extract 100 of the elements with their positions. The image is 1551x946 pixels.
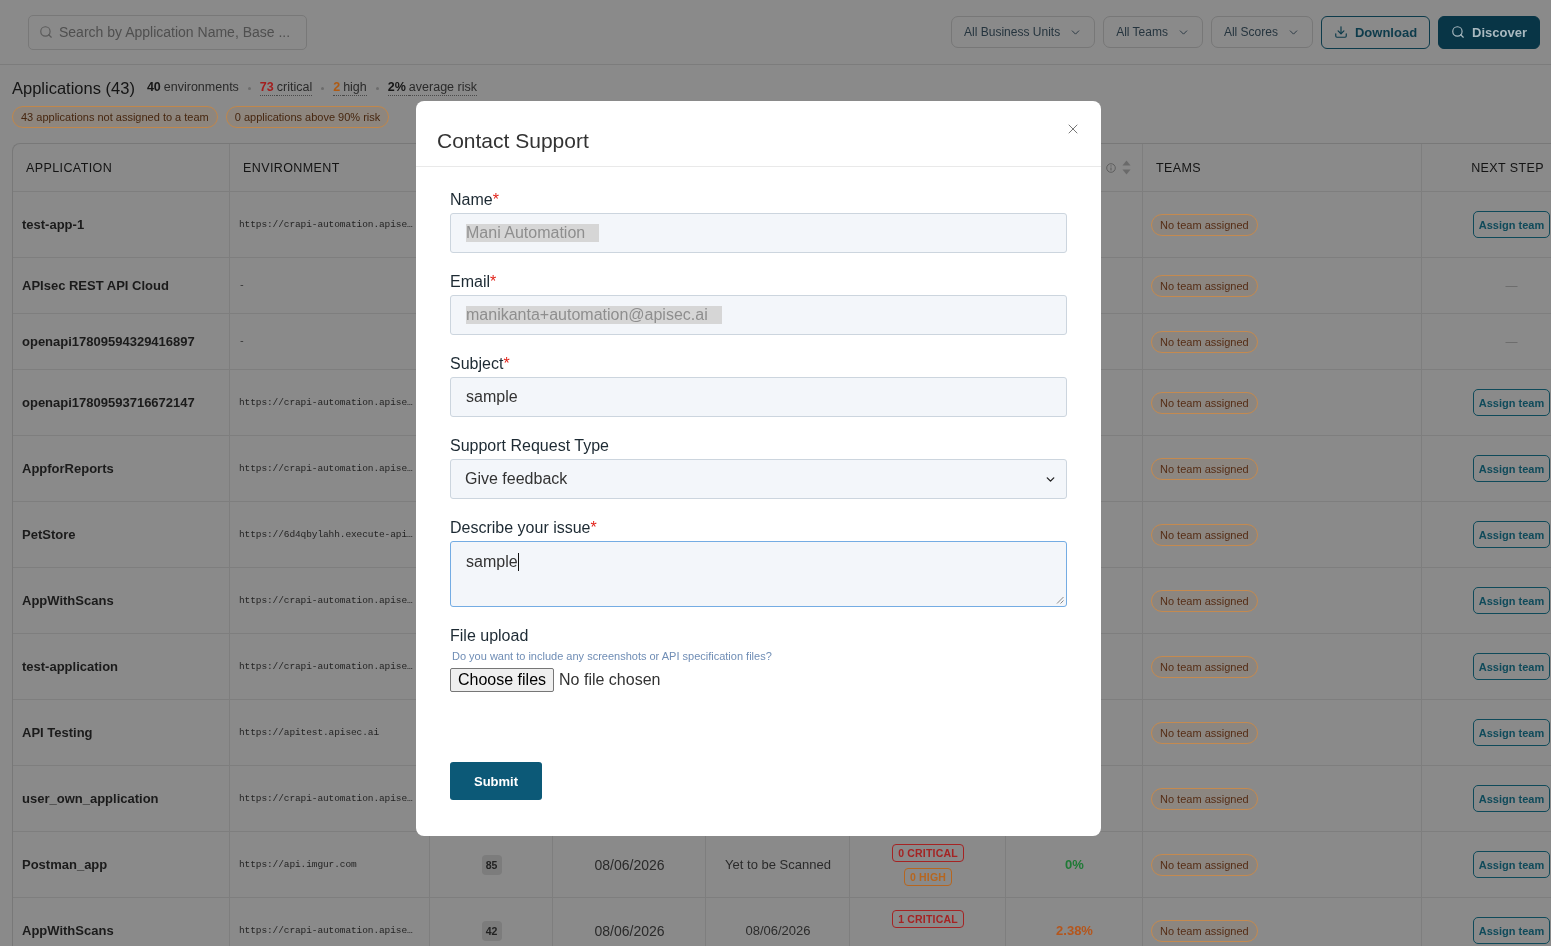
team-status-badge: No team assigned — [1151, 330, 1258, 353]
filter-dropdown[interactable]: All Scores — [1210, 16, 1313, 48]
application-name[interactable]: AppforReports — [22, 461, 114, 476]
field-label: File upload — [450, 626, 530, 645]
assign-team-button[interactable]: Assign team — [1473, 389, 1550, 416]
info-icon — [1106, 162, 1116, 173]
application-name[interactable]: APIsec REST API Cloud — [22, 278, 169, 293]
environment-text: https://crapi-automation.apise… — [239, 793, 413, 804]
stat-caption: high — [343, 80, 367, 96]
page-title: Applications (43) — [12, 78, 135, 98]
assign-team-button[interactable]: Assign team — [1473, 455, 1550, 482]
application-name[interactable]: test-application — [22, 659, 119, 674]
application-name[interactable]: PetStore — [22, 527, 76, 542]
field-label: Email* — [450, 272, 498, 291]
input-field: manikanta+automation@apisec.ai — [450, 295, 1067, 335]
scan-status-text: Yet to be Scanned — [725, 857, 831, 872]
download-button[interactable]: Download — [1320, 15, 1431, 49]
assign-team-button[interactable]: Assign team — [1473, 521, 1550, 548]
assign-team-button[interactable]: Assign team — [1473, 917, 1550, 944]
team-status-badge: No team assigned — [1151, 655, 1258, 678]
severity-badge: 0 CRITICAL — [892, 844, 964, 862]
alert-badge: 43 applications not assigned to a team — [12, 106, 218, 128]
input-field: Mani Automation — [450, 213, 1067, 253]
application-name[interactable]: openapi17809593716672147 — [22, 395, 195, 410]
environment-text: https://crapi-automation.apise… — [239, 595, 413, 606]
search-icon — [39, 25, 53, 39]
assign-team-button[interactable]: Assign team — [1473, 211, 1550, 238]
score-badge: 42 — [481, 920, 502, 941]
environment-text: https://6d4qbylahh.execute-api… — [239, 529, 413, 540]
request-type-select[interactable]: Give feedback — [450, 459, 1067, 499]
stat-caption: average risk — [408, 80, 477, 96]
search-icon — [1451, 25, 1466, 39]
application-name[interactable]: AppWithScans — [22, 593, 114, 608]
assign-team-button[interactable]: Assign team — [1473, 719, 1550, 746]
environment-text: - — [239, 280, 245, 291]
input-field[interactable]: sample — [450, 377, 1067, 417]
scan-status-text: 08/06/2026 — [745, 923, 811, 938]
application-name[interactable]: test-app-1 — [22, 217, 85, 232]
assign-team-button[interactable]: Assign team — [1473, 851, 1550, 878]
text-cursor-icon — [517, 553, 519, 571]
stat-count: 40 — [146, 80, 162, 96]
score-badge: 85 — [481, 854, 502, 875]
team-status-badge: No team assigned — [1151, 721, 1258, 744]
filter-dropdown[interactable]: All Teams — [1103, 16, 1203, 48]
date-text: 08/06/2026 — [594, 856, 665, 873]
column-header: ENVIRONMENT — [243, 160, 340, 175]
team-status-badge: No team assigned — [1151, 523, 1258, 546]
assign-team-button[interactable]: Assign team — [1473, 653, 1550, 680]
stat-caption: critical — [276, 80, 313, 96]
field-label: Subject* — [450, 354, 511, 373]
empty-value: — — [1504, 334, 1519, 349]
environment-text: https://crapi-automation.apise… — [239, 925, 413, 936]
alert-badge: 0 applications above 90% risk — [225, 106, 390, 128]
risk-percentage: 0% — [1065, 857, 1084, 872]
column-header: TEAMS — [1156, 160, 1202, 175]
environment-text: https://crapi-automation.apise… — [239, 219, 413, 230]
dialog-title: Contact Support — [437, 128, 589, 154]
team-status-badge: No team assigned — [1151, 391, 1258, 414]
severity-badge: 1 CRITICAL — [892, 910, 964, 928]
download-icon — [1333, 25, 1348, 39]
discover-button[interactable]: Discover — [1438, 15, 1540, 49]
text-area[interactable]: sample — [450, 541, 1067, 607]
column-header: NEXT STEP — [1471, 160, 1544, 175]
column-header: APPLICATION — [26, 160, 113, 175]
field-hint: Do you want to include any screenshots or API specification files? — [452, 649, 773, 663]
team-status-badge: No team assigned — [1151, 853, 1258, 876]
team-status-badge: No team assigned — [1151, 919, 1258, 942]
risk-percentage: 2.38% — [1056, 923, 1093, 938]
resize-handle-icon — [1056, 596, 1064, 604]
date-text: 08/06/2026 — [594, 922, 665, 939]
application-name[interactable]: user_own_application — [22, 791, 159, 806]
application-name[interactable]: API Testing — [22, 725, 93, 740]
team-status-badge: No team assigned — [1151, 787, 1258, 810]
severity-badge: 0 HIGH — [903, 868, 953, 886]
application-name[interactable]: AppWithScans — [22, 923, 114, 938]
field-label: Describe your issue* — [450, 518, 598, 537]
team-status-badge: No team assigned — [1151, 213, 1258, 236]
submit-button[interactable]: Submit — [450, 762, 542, 800]
stat-count: 73 — [259, 80, 277, 96]
field-label: Support Request Type — [450, 436, 610, 455]
environment-text: https://crapi-automation.apise… — [239, 397, 413, 408]
team-status-badge: No team assigned — [1151, 589, 1258, 612]
assign-team-button[interactable]: Assign team — [1473, 785, 1550, 812]
application-name[interactable]: openapi17809594329416897 — [22, 334, 195, 349]
environment-text: https://crapi-automation.apise… — [239, 463, 413, 474]
environment-text: - — [239, 336, 245, 347]
environment-text: https://crapi-automation.apise… — [239, 661, 413, 672]
empty-value: — — [1504, 278, 1519, 293]
application-name[interactable]: Postman_app — [22, 857, 108, 872]
stat-count: 2 — [333, 80, 344, 96]
stat-count: 2% — [387, 80, 409, 96]
environment-text: https://apitest.apisec.ai — [239, 727, 380, 738]
team-status-badge: No team assigned — [1151, 457, 1258, 480]
environment-text: https://api.imgur.com — [239, 859, 357, 870]
choose-files-button[interactable]: Choose files — [450, 668, 555, 692]
field-label: Name* — [450, 190, 500, 209]
assign-team-button[interactable]: Assign team — [1473, 587, 1550, 614]
filter-dropdown[interactable]: All Business Units — [951, 16, 1096, 48]
stat-caption: environments — [163, 80, 239, 96]
team-status-badge: No team assigned — [1151, 274, 1258, 297]
